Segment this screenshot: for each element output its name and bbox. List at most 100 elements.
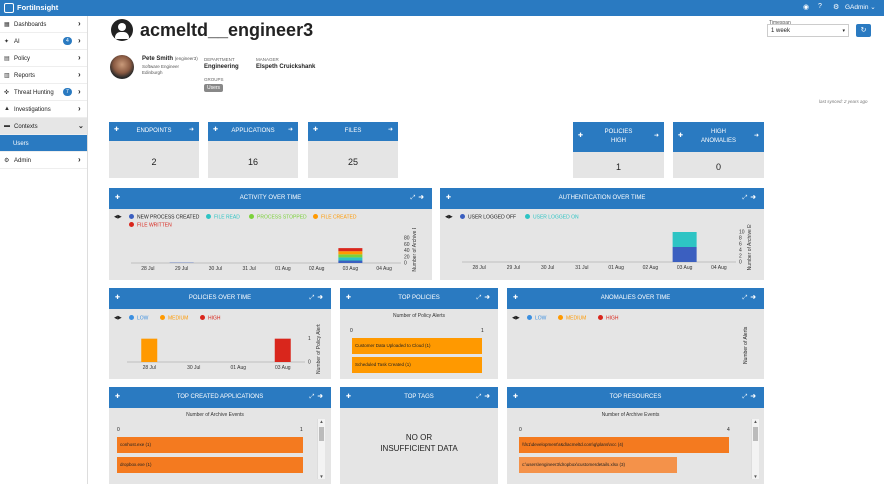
add-icon[interactable]: ✚ <box>446 188 451 209</box>
add-icon[interactable]: ✚ <box>346 288 351 309</box>
sidebar-item-admin[interactable]: ⚙ Admin › <box>0 152 87 169</box>
arrow-right-icon[interactable]: ➜ <box>654 132 659 139</box>
arrow-right-icon[interactable]: ➜ <box>388 126 393 133</box>
add-icon[interactable]: ✚ <box>513 387 518 408</box>
scrollbar[interactable]: ▲ ▼ <box>751 419 759 479</box>
scrollbar-thumb[interactable] <box>319 427 324 441</box>
y-axis-label: Number of Policy Alerts <box>316 324 322 374</box>
app-title: FortiInsight <box>17 3 59 12</box>
panel-controls[interactable]: ⤢➜ <box>477 288 493 309</box>
legend-item[interactable]: MEDIUM <box>558 315 586 322</box>
arrow-right-icon[interactable]: ➜ <box>189 126 194 133</box>
settings-icon[interactable]: ⚙ <box>833 3 839 11</box>
group-badge[interactable]: Users <box>204 84 224 92</box>
stat-card-policies-high[interactable]: ✚ POLICIES HIGH ➜ 1 <box>573 122 664 178</box>
sidebar-item-policy[interactable]: ▤ Policy › <box>0 50 87 67</box>
arrow-right-icon[interactable]: ➜ <box>288 126 293 133</box>
sidebar-item-investigations[interactable]: ▲ Investigations › <box>0 101 87 118</box>
add-icon[interactable]: ✚ <box>114 126 119 133</box>
add-icon[interactable]: ✚ <box>678 132 683 139</box>
stat-card-endpoints[interactable]: ✚ ENDPOINTS ➜ 2 <box>109 122 199 178</box>
notification-icon[interactable]: ◉ <box>803 3 809 11</box>
application-bar[interactable]: dropbox.exe (1) <box>117 457 303 473</box>
x-tick-label: 04 Aug <box>376 266 392 272</box>
scroll-up-icon[interactable]: ▲ <box>318 419 325 424</box>
panel-title: TOP CREATED APPLICATIONS <box>176 394 264 400</box>
sidebar-item-dashboards[interactable]: ▦ Dashboards › <box>0 16 87 33</box>
add-icon[interactable]: ✚ <box>115 188 120 209</box>
sidebar-item-label: Admin <box>14 157 32 164</box>
policy-bar[interactable]: Customer Data Uploaded to Cloud (1) <box>352 338 482 354</box>
application-bar[interactable]: conhost.exe (1) <box>117 437 303 453</box>
x-tick-label: 28 Jul <box>141 266 154 272</box>
scroll-down-icon[interactable]: ▼ <box>318 474 325 479</box>
legend-nav-arrows[interactable]: ◀▶ <box>512 315 520 321</box>
sidebar-item-ai[interactable]: ✦ AI 4 › <box>0 33 87 50</box>
panel-controls[interactable]: ⤢➜ <box>477 387 493 408</box>
sidebar-item-contexts[interactable]: ▬ Contexts ⌄ <box>0 118 87 135</box>
dashboards-icon: ▦ <box>4 22 10 28</box>
add-icon[interactable]: ✚ <box>346 387 351 408</box>
y-tick-label: 8 <box>739 236 742 242</box>
resource-bar[interactable]: \\fs1\development\r&d\acmeltd.com\g\plan… <box>519 437 729 453</box>
legend-nav-arrows[interactable]: ◀▶ <box>114 315 122 321</box>
timespan-value: 1 week <box>771 28 791 34</box>
user-menu[interactable]: GAdmin ⌄ <box>845 3 876 11</box>
chart-bar <box>338 257 363 261</box>
legend-item[interactable]: FILE CREATED <box>313 214 356 221</box>
stat-card-files[interactable]: ✚ FILES ➜ 25 <box>308 122 398 178</box>
axis-max: 4 <box>727 427 730 433</box>
panel-controls[interactable]: ⤢➜ <box>743 387 759 408</box>
panel-controls[interactable]: ⤢➜ <box>310 387 326 408</box>
add-icon[interactable]: ✚ <box>578 132 583 139</box>
legend-item[interactable]: USER LOGGED OFF <box>460 214 516 221</box>
scrollbar[interactable]: ▲ ▼ <box>317 419 325 479</box>
panel-controls[interactable]: ⤢➜ <box>743 288 759 309</box>
legend-item[interactable]: HIGH <box>598 315 619 322</box>
stat-card-high-anomalies[interactable]: ✚ HIGH ANOMALIES ➜ 0 <box>673 122 764 178</box>
panel-controls[interactable]: ⤢➜ <box>411 188 427 209</box>
legend-item[interactable]: FILE READ <box>206 214 240 221</box>
scrollbar-thumb[interactable] <box>753 427 758 441</box>
stat-label-2: ANOMALIES <box>700 138 736 144</box>
panel-anomalies-over-time: ✚ ANOMALIES OVER TIME ⤢➜ ◀▶ LOW MEDIUM HIG… <box>507 288 764 379</box>
chevron-down-icon: ▾ <box>842 28 845 34</box>
sidebar-item-users[interactable]: Users <box>0 135 87 152</box>
legend-nav-arrows[interactable]: ◀▶ <box>114 214 122 220</box>
stat-value: 0 <box>715 162 721 172</box>
legend-item[interactable]: PROCESS STOPPED <box>249 214 307 221</box>
stat-value: 1 <box>615 162 621 172</box>
stat-label: POLICIES <box>604 129 633 135</box>
timespan-select[interactable]: 1 week ▾ <box>767 24 849 37</box>
policy-bar[interactable]: Scheduled Task Created (1) <box>352 357 482 373</box>
resource-bar[interactable]: c:\users\engineer3\dropbox\customerdetai… <box>519 457 677 473</box>
add-icon[interactable]: ✚ <box>513 288 518 309</box>
legend-item[interactable]: NEW PROCESS CREATED <box>129 214 199 221</box>
x-tick-label: 01 Aug <box>608 265 624 271</box>
legend-item[interactable]: LOW <box>129 315 148 322</box>
add-icon[interactable]: ✚ <box>213 126 218 133</box>
refresh-button[interactable]: ↻ <box>856 24 871 37</box>
legend-item[interactable]: HIGH <box>200 315 221 322</box>
avatar <box>110 55 134 79</box>
sidebar-item-reports[interactable]: ▥ Reports › <box>0 67 87 84</box>
legend-nav-arrows[interactable]: ◀▶ <box>445 214 453 220</box>
legend-item[interactable]: LOW <box>527 315 546 322</box>
sidebar-item-threat-hunting[interactable]: ✜ Threat Hunting 7 › <box>0 84 87 101</box>
add-icon[interactable]: ✚ <box>313 126 318 133</box>
ai-count-badge: 4 <box>63 37 72 45</box>
panel-controls[interactable]: ⤢➜ <box>743 188 759 209</box>
arrow-right-icon[interactable]: ➜ <box>754 132 759 139</box>
y-tick-label: 40 <box>404 248 410 254</box>
legend-item[interactable]: MEDIUM <box>160 315 188 322</box>
add-icon[interactable]: ✚ <box>115 387 120 408</box>
legend-label: LOW <box>137 315 149 322</box>
x-tick-label: 04 Aug <box>711 265 727 271</box>
panel-controls[interactable]: ⤢➜ <box>310 288 326 309</box>
scroll-down-icon[interactable]: ▼ <box>752 474 759 479</box>
scroll-up-icon[interactable]: ▲ <box>752 419 759 424</box>
help-icon[interactable]: ? <box>818 3 822 10</box>
add-icon[interactable]: ✚ <box>115 288 120 309</box>
stat-card-applications[interactable]: ✚ APPLICATIONS ➜ 16 <box>208 122 298 178</box>
legend-item[interactable]: USER LOGGED ON <box>525 214 579 221</box>
